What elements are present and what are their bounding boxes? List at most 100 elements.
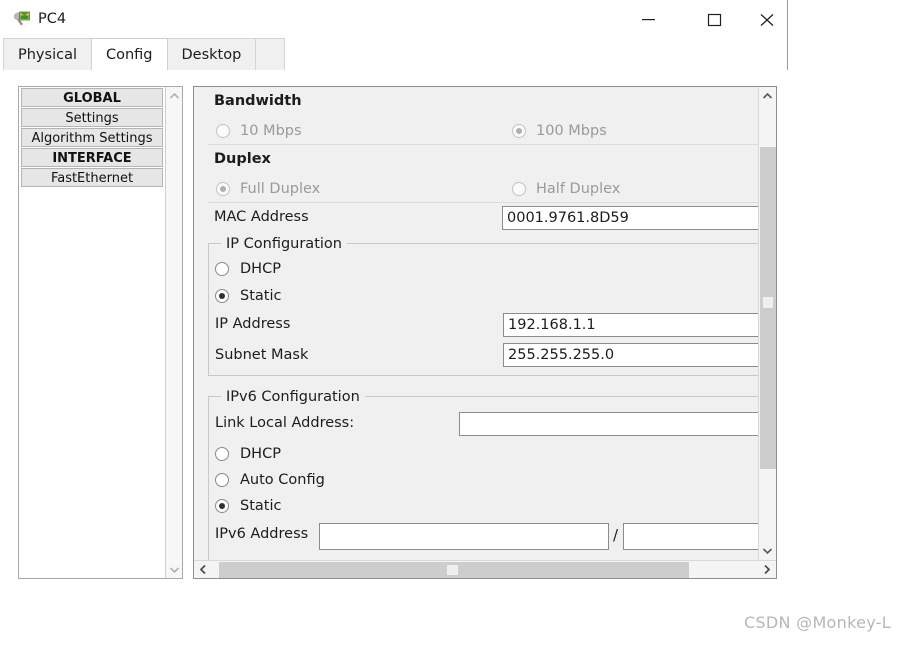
subnet-mask-label: Subnet Mask: [215, 347, 309, 363]
chevron-left-icon: [199, 564, 206, 575]
sidebar-item-algorithm-settings[interactable]: Algorithm Settings: [21, 128, 163, 147]
sidebar-item-interface[interactable]: INTERFACE: [21, 148, 163, 167]
ipv6-prefix-input[interactable]: [623, 523, 759, 550]
chevron-down-icon: [762, 548, 773, 555]
link-local-address-input[interactable]: [459, 412, 759, 436]
ipv6-address-label: IPv6 Address: [215, 526, 309, 542]
config-horizontal-scroll-thumb[interactable]: [219, 562, 689, 578]
tab-physical-label: Physical: [18, 46, 77, 63]
config-scroll-viewport: Bandwidth 10 Mbps 100 Mbps Duplex Full D…: [194, 87, 759, 560]
sidebar-item-global[interactable]: GLOBAL: [21, 88, 163, 107]
ipv6-static-row: Static: [209, 493, 759, 520]
ipv6-configuration-group: IPv6 Configuration Link Local Address: D…: [208, 388, 759, 560]
ipv6-configuration-title: IPv6 Configuration: [221, 388, 365, 406]
chevron-right-icon: [764, 564, 771, 575]
radio-ipv6-static[interactable]: [215, 499, 229, 513]
ipv6-address-row: IPv6 Address /: [209, 520, 759, 554]
config-scroll-down-button[interactable]: [759, 542, 776, 560]
interface-config-panel: Bandwidth 10 Mbps 100 Mbps Duplex Full D…: [193, 86, 777, 579]
radio-ipv6-auto-config-label: Auto Config: [240, 472, 325, 488]
mac-address-input[interactable]: 0001.9761.8D59: [502, 206, 759, 230]
config-scroll-right-button[interactable]: [758, 561, 776, 578]
watermark-text: CSDN @Monkey-L: [743, 613, 891, 632]
ip-address-label: IP Address: [215, 316, 291, 332]
radio-full-duplex-label: Full Duplex: [240, 181, 321, 197]
ip-address-input[interactable]: 192.168.1.1: [503, 313, 759, 337]
config-tree: GLOBAL Settings Algorithm Settings INTER…: [19, 87, 165, 578]
link-local-address-label: Link Local Address:: [215, 415, 355, 431]
ip-configuration-title: IP Configuration: [221, 235, 347, 253]
scroll-thumb-grip: [447, 565, 458, 575]
radio-ip-static[interactable]: [215, 289, 229, 303]
link-local-address-row: Link Local Address:: [209, 409, 759, 441]
radio-ipv6-auto-config[interactable]: [215, 473, 229, 487]
tab-strip-filler: [255, 38, 286, 70]
duplex-options-row: Full Duplex Half Duplex: [194, 175, 759, 203]
pc-device-icon: [12, 9, 32, 29]
config-body: GLOBAL Settings Algorithm Settings INTER…: [0, 70, 788, 592]
config-vertical-scrollbar[interactable]: [758, 87, 776, 560]
config-vertical-scroll-thumb[interactable]: [760, 147, 776, 469]
title-bar: PC4: [0, 0, 787, 38]
radio-100mbps-label: 100 Mbps: [536, 123, 607, 139]
ip-address-row: IP Address 192.168.1.1: [209, 310, 759, 341]
close-icon: [760, 14, 774, 26]
radio-half-duplex-label: Half Duplex: [536, 181, 621, 197]
radio-ip-dhcp-label: DHCP: [240, 261, 281, 277]
radio-half-duplex[interactable]: [512, 182, 526, 196]
radio-ipv6-dhcp[interactable]: [215, 447, 229, 461]
mac-address-label: MAC Address: [214, 209, 309, 225]
maximize-button[interactable]: [692, 0, 738, 38]
ip-static-row: Static: [209, 282, 759, 310]
radio-ip-dhcp[interactable]: [215, 262, 229, 276]
tab-config[interactable]: Config: [90, 38, 168, 70]
radio-ipv6-static-label: Static: [240, 498, 282, 514]
radio-ipv6-dhcp-label: DHCP: [240, 446, 281, 462]
ipv6-auto-config-row: Auto Config: [209, 467, 759, 493]
duplex-row: Duplex: [194, 145, 759, 175]
scroll-thumb-grip: [763, 297, 773, 308]
tab-physical[interactable]: Physical: [3, 38, 92, 70]
tab-desktop-label: Desktop: [181, 46, 242, 63]
ipv6-address-input[interactable]: [319, 523, 609, 550]
subnet-mask-row: Subnet Mask 255.255.255.0: [209, 341, 759, 371]
radio-10mbps[interactable]: [216, 124, 230, 138]
screenshot-root: PC4 Physical Config Desktop GLOBAL Setti…: [0, 0, 903, 648]
minimize-icon: [642, 19, 655, 21]
config-sidebar: GLOBAL Settings Algorithm Settings INTER…: [18, 86, 183, 579]
subnet-mask-input[interactable]: 255.255.255.0: [503, 343, 759, 367]
radio-full-duplex[interactable]: [216, 182, 230, 196]
config-scroll-left-button[interactable]: [194, 561, 212, 578]
sidebar-item-settings-label: Settings: [65, 111, 119, 126]
config-horizontal-scrollbar[interactable]: [194, 560, 776, 578]
minimize-button[interactable]: [626, 0, 672, 38]
chevron-down-icon: [169, 566, 180, 573]
close-button[interactable]: [744, 0, 790, 38]
sidebar-item-interface-label: INTERFACE: [52, 151, 132, 166]
tab-config-label: Config: [105, 46, 153, 63]
duplex-label: Duplex: [214, 151, 271, 167]
sidebar-vertical-scrollbar[interactable]: [165, 87, 182, 578]
bandwidth-label: Bandwidth: [214, 93, 302, 109]
config-scroll-up-button[interactable]: [759, 87, 776, 105]
bandwidth-options-row: 10 Mbps 100 Mbps: [194, 117, 759, 145]
mac-address-row: MAC Address 0001.9761.8D59: [194, 203, 759, 233]
config-form: Bandwidth 10 Mbps 100 Mbps Duplex Full D…: [194, 87, 759, 560]
bandwidth-row: Bandwidth: [194, 87, 759, 117]
maximize-icon: [707, 13, 722, 27]
sidebar-item-fastethernet[interactable]: FastEthernet: [21, 168, 163, 187]
chevron-up-icon: [169, 92, 180, 99]
tab-desktop[interactable]: Desktop: [166, 38, 257, 70]
sidebar-item-global-label: GLOBAL: [63, 91, 121, 106]
radio-10mbps-label: 10 Mbps: [240, 123, 302, 139]
sidebar-scroll-down-button[interactable]: [166, 561, 183, 578]
sidebar-scroll-up-button[interactable]: [166, 87, 183, 104]
tab-bar: Physical Config Desktop: [0, 38, 787, 70]
radio-100mbps[interactable]: [512, 124, 526, 138]
ip-dhcp-row: DHCP: [209, 256, 759, 282]
window-title: PC4: [38, 11, 67, 27]
sidebar-item-settings[interactable]: Settings: [21, 108, 163, 127]
ipv6-dhcp-row: DHCP: [209, 441, 759, 467]
sidebar-item-algorithm-settings-label: Algorithm Settings: [31, 131, 153, 146]
ip-configuration-group: IP Configuration DHCP Static IP Address: [208, 235, 759, 376]
